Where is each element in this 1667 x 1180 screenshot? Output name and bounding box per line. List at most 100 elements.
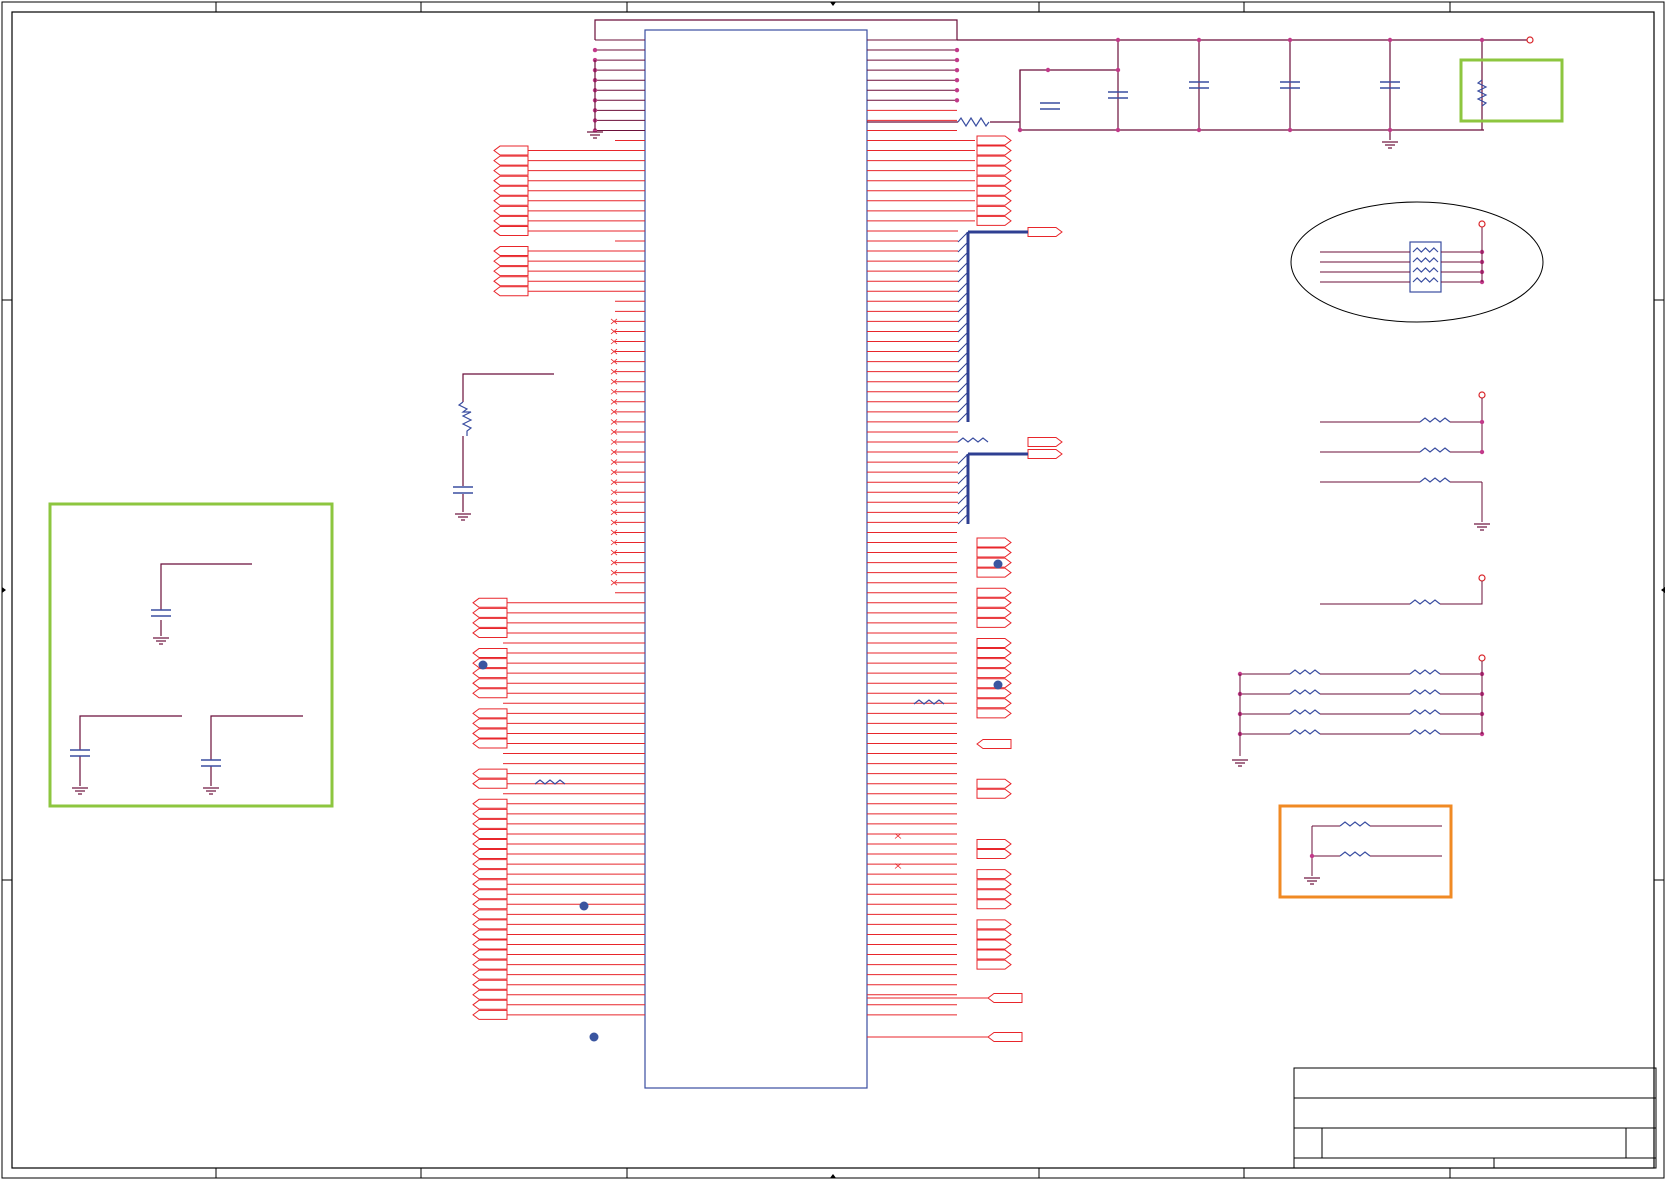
resistor-icon[interactable] <box>1409 689 1441 695</box>
port-flag-icon[interactable] <box>976 597 1012 608</box>
port-flag-icon[interactable] <box>472 627 508 638</box>
port-flag-icon[interactable] <box>472 879 508 890</box>
port-flag-icon[interactable] <box>976 185 1012 196</box>
resistor-icon[interactable] <box>1412 257 1439 263</box>
port-flag-icon[interactable] <box>472 949 508 960</box>
port-flag-icon[interactable] <box>976 205 1012 216</box>
port-flag-icon[interactable] <box>472 839 508 849</box>
port-flag-icon[interactable] <box>976 889 1012 900</box>
port-flag-icon[interactable] <box>976 869 1012 880</box>
port-flag-icon[interactable] <box>472 658 508 669</box>
resistor-icon[interactable] <box>1409 599 1441 605</box>
port-flag-icon[interactable] <box>472 818 508 829</box>
port-flag-icon[interactable] <box>976 658 1012 669</box>
resistor-icon[interactable] <box>1409 669 1441 675</box>
port-flag-icon[interactable] <box>493 145 529 156</box>
port-flag-icon[interactable] <box>472 617 508 628</box>
resistor-icon[interactable] <box>1409 729 1441 735</box>
port-flag-icon[interactable] <box>976 607 1012 618</box>
port-flag-icon[interactable] <box>976 135 1012 146</box>
port-flag-icon[interactable] <box>493 276 529 287</box>
capacitor-icon[interactable] <box>151 609 171 617</box>
port-flag-icon[interactable] <box>472 648 508 659</box>
port-flag-icon[interactable] <box>472 929 508 940</box>
port-flag-icon[interactable] <box>472 668 508 679</box>
port-flag-icon[interactable] <box>976 849 1012 860</box>
resistor-icon[interactable] <box>1409 709 1441 715</box>
port-flag-icon[interactable] <box>976 919 1012 930</box>
resistor-icon[interactable] <box>957 437 989 443</box>
port-flag-icon[interactable] <box>472 979 508 990</box>
port-flag-icon[interactable] <box>472 607 508 618</box>
port-flag-icon[interactable] <box>472 919 508 930</box>
port-flag-icon[interactable] <box>472 1009 508 1020</box>
port-flag-icon[interactable] <box>976 155 1012 166</box>
port-flag-icon[interactable] <box>472 718 508 729</box>
port-flag-icon[interactable] <box>976 617 1012 628</box>
port-flag-icon[interactable] <box>472 738 508 749</box>
port-flag-icon[interactable] <box>976 778 1012 789</box>
port-flag-icon[interactable] <box>472 969 508 980</box>
resistor-icon[interactable] <box>1412 247 1439 253</box>
resistor-icon[interactable] <box>1339 851 1371 857</box>
port-flag-icon[interactable] <box>976 567 1012 578</box>
port-flag-icon[interactable] <box>472 909 508 920</box>
port-flag-icon[interactable] <box>976 959 1012 970</box>
series-resistor-top[interactable] <box>957 116 990 128</box>
port-flag-icon[interactable] <box>1027 227 1063 237</box>
port-flag-icon[interactable] <box>472 999 508 1010</box>
port-flag-icon[interactable] <box>472 728 508 739</box>
port-flag-icon[interactable] <box>493 215 529 226</box>
capacitor-icon[interactable] <box>1040 102 1060 110</box>
resistor-icon[interactable] <box>1419 477 1451 483</box>
port-flag-icon[interactable] <box>976 215 1012 226</box>
port-flag-icon[interactable] <box>976 879 1012 890</box>
port-flag-icon[interactable] <box>493 185 529 196</box>
port-flag-icon[interactable] <box>976 949 1012 960</box>
resistor-icon[interactable] <box>1289 729 1321 735</box>
capacitor-icon[interactable] <box>70 749 90 757</box>
port-flag-icon[interactable] <box>1027 449 1063 459</box>
port-flag-icon[interactable] <box>472 859 508 870</box>
port-flag-icon[interactable] <box>493 246 529 257</box>
port-flag-icon[interactable] <box>493 205 529 216</box>
port-flag-icon[interactable] <box>976 648 1012 659</box>
port-flag-icon[interactable] <box>472 708 508 719</box>
port-flag-icon[interactable] <box>493 165 529 176</box>
port-flag-icon[interactable] <box>976 537 1012 548</box>
port-flag-icon[interactable] <box>976 145 1012 156</box>
port-flag-icon[interactable] <box>976 195 1012 206</box>
port-flag-icon[interactable] <box>976 929 1012 940</box>
port-flag-icon[interactable] <box>976 698 1012 709</box>
resistor-icon[interactable] <box>1339 821 1371 827</box>
power-rail-circle-icon[interactable] <box>1478 220 1486 228</box>
port-flag-icon[interactable] <box>493 256 529 267</box>
port-flag-icon[interactable] <box>976 939 1012 950</box>
resistor-icon[interactable] <box>1289 709 1321 715</box>
port-flag-icon[interactable] <box>493 195 529 206</box>
port-flag-icon[interactable] <box>472 798 508 809</box>
capacitor-icon[interactable] <box>453 486 473 494</box>
port-flag-icon[interactable] <box>472 959 508 970</box>
port-flag-icon[interactable] <box>493 155 529 166</box>
port-flag-icon[interactable] <box>976 175 1012 186</box>
port-flag-icon[interactable] <box>472 869 508 880</box>
port-flag-icon[interactable] <box>472 899 508 910</box>
port-flag-icon[interactable] <box>976 739 1012 749</box>
port-flag-icon[interactable] <box>976 839 1012 849</box>
port-flag-icon[interactable] <box>472 678 508 689</box>
port-flag-icon[interactable] <box>976 668 1012 679</box>
power-rail-circle-icon[interactable] <box>1478 391 1486 399</box>
port-flag-icon[interactable] <box>976 899 1012 910</box>
port-flag-icon[interactable] <box>493 225 529 236</box>
port-flag-icon[interactable] <box>976 688 1012 699</box>
port-flag-icon[interactable] <box>472 939 508 950</box>
port-flag-icon[interactable] <box>472 849 508 860</box>
power-rail-circle-icon[interactable] <box>1478 574 1486 582</box>
resistor-array-icon[interactable] <box>1320 227 1485 293</box>
port-flag-icon[interactable] <box>976 587 1012 598</box>
port-flag-icon[interactable] <box>976 547 1012 558</box>
resistor-icon[interactable] <box>1289 669 1321 675</box>
port-flag-icon[interactable] <box>472 828 508 839</box>
resistor-icon[interactable] <box>457 401 473 436</box>
